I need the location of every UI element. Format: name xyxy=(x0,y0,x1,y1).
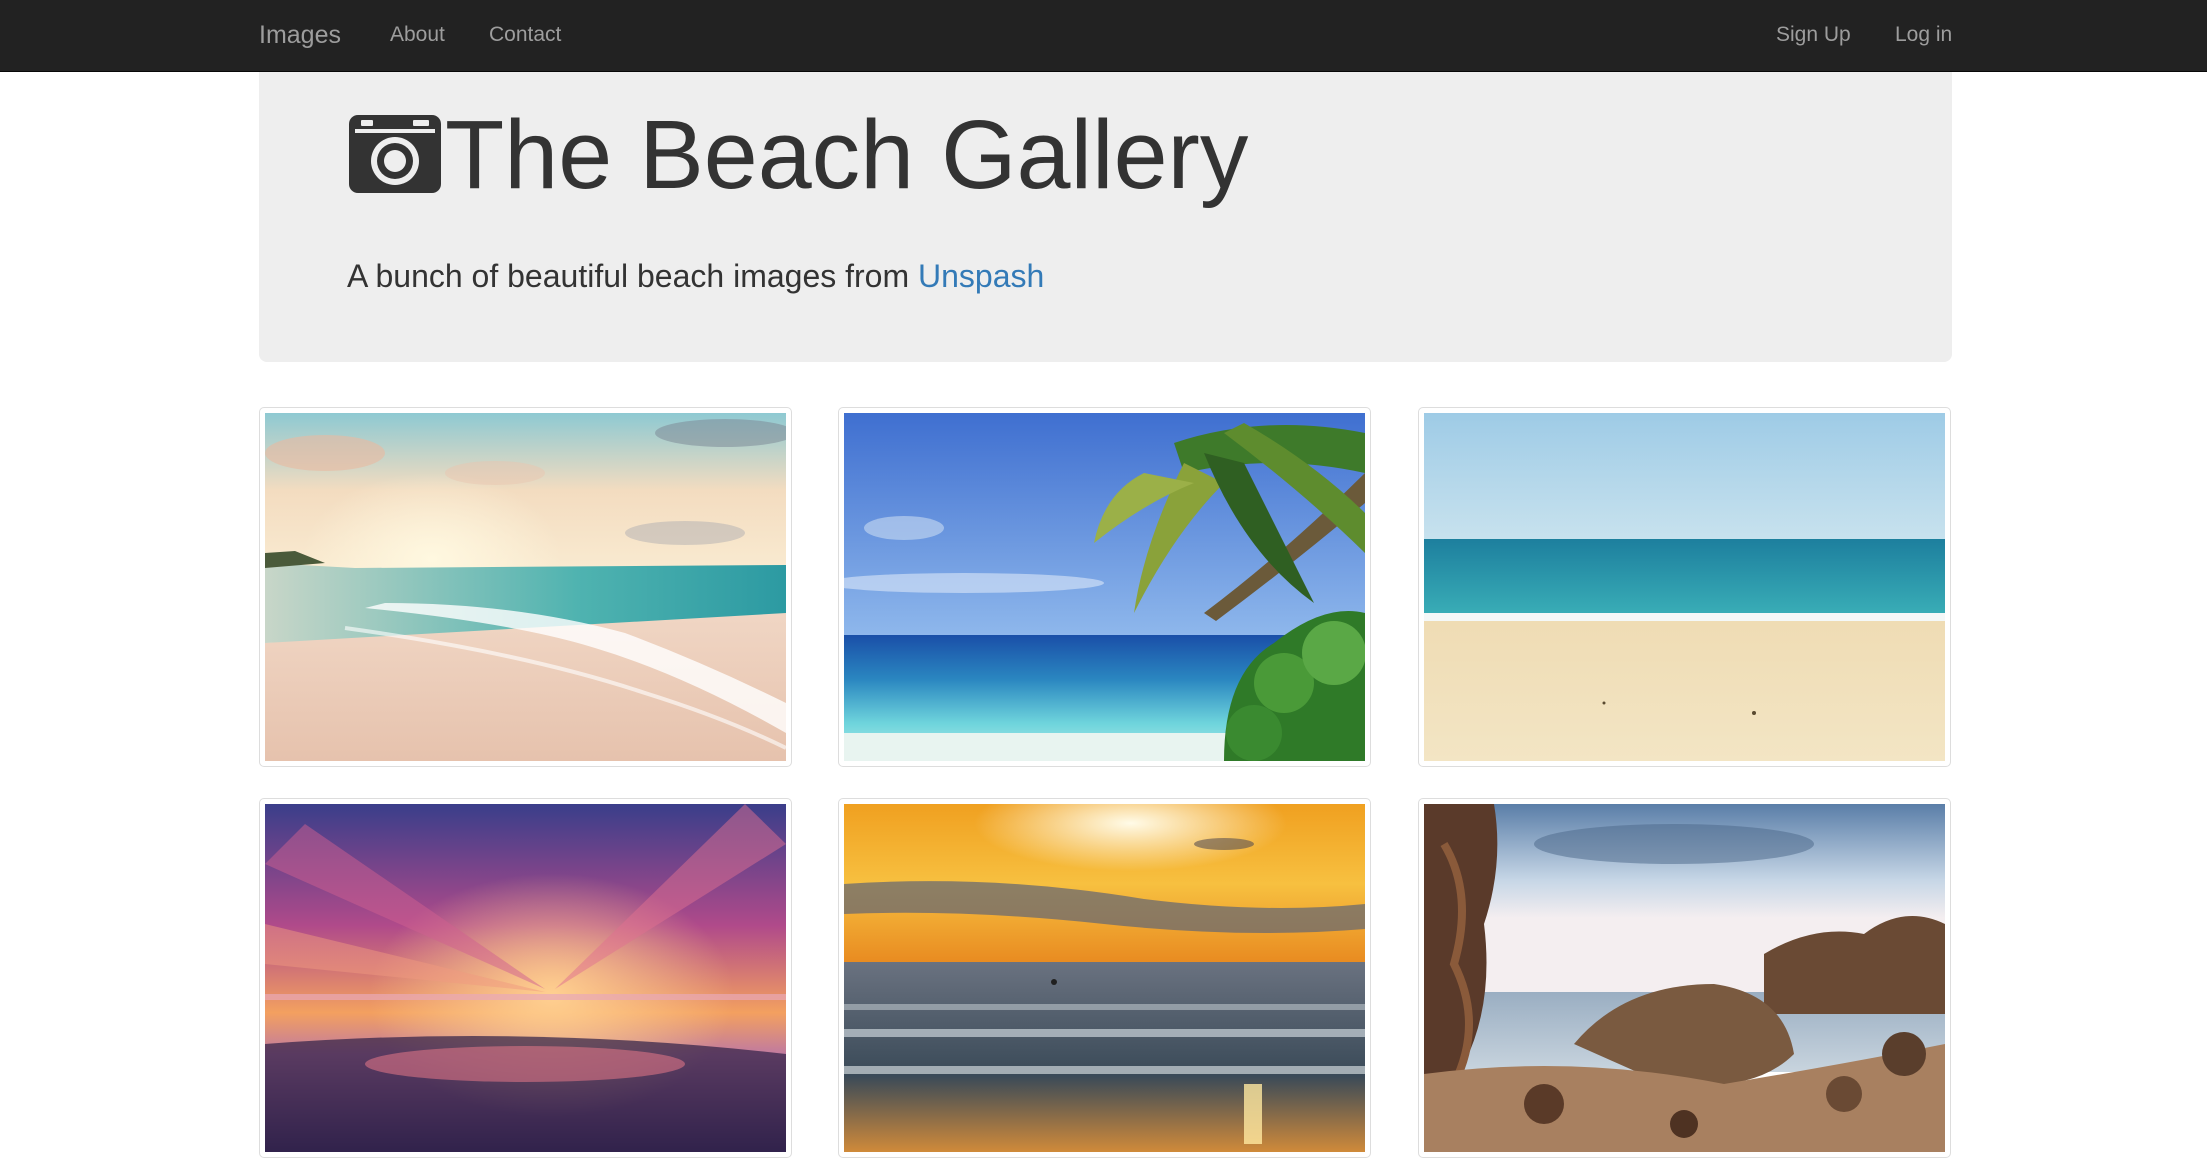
gallery-thumbnail-3[interactable] xyxy=(1418,407,1951,767)
gallery-thumbnail-4[interactable] xyxy=(259,798,792,1158)
nav-link-contact[interactable]: Contact xyxy=(489,0,561,72)
gallery-thumbnail-6[interactable] xyxy=(1418,798,1951,1158)
camera-icon xyxy=(347,111,445,200)
page-title-text: The Beach Gallery xyxy=(445,100,1249,209)
golden-sunset-image[interactable] xyxy=(844,804,1365,1152)
brand-link[interactable]: Images xyxy=(259,0,341,72)
hero-jumbotron: The Beach Gallery A bunch of beautiful b… xyxy=(259,72,1952,362)
subtitle-text: A bunch of beautiful beach images from xyxy=(347,258,910,294)
gallery-thumbnail-1[interactable] xyxy=(259,407,792,767)
sandy-beach-image[interactable] xyxy=(1424,413,1945,761)
nav-link-about[interactable]: About xyxy=(390,0,445,72)
top-navbar: Images About Contact Sign Up Log in xyxy=(0,0,2207,72)
purple-sunset-image[interactable] xyxy=(265,804,786,1152)
rocky-shore-image[interactable] xyxy=(1424,804,1945,1152)
page-title: The Beach Gallery xyxy=(347,100,1248,210)
gallery-thumbnail-5[interactable] xyxy=(838,798,1371,1158)
gallery-thumbnail-2[interactable] xyxy=(838,407,1371,767)
nav-link-log-in[interactable]: Log in xyxy=(1895,0,1952,72)
nav-link-sign-up[interactable]: Sign Up xyxy=(1776,0,1851,72)
beach-sunrise-image[interactable] xyxy=(265,413,786,761)
page-subtitle: A bunch of beautiful beach images from U… xyxy=(347,256,1044,296)
palm-tree-image[interactable] xyxy=(844,413,1365,761)
unsplash-link[interactable]: Unspash xyxy=(918,258,1044,294)
